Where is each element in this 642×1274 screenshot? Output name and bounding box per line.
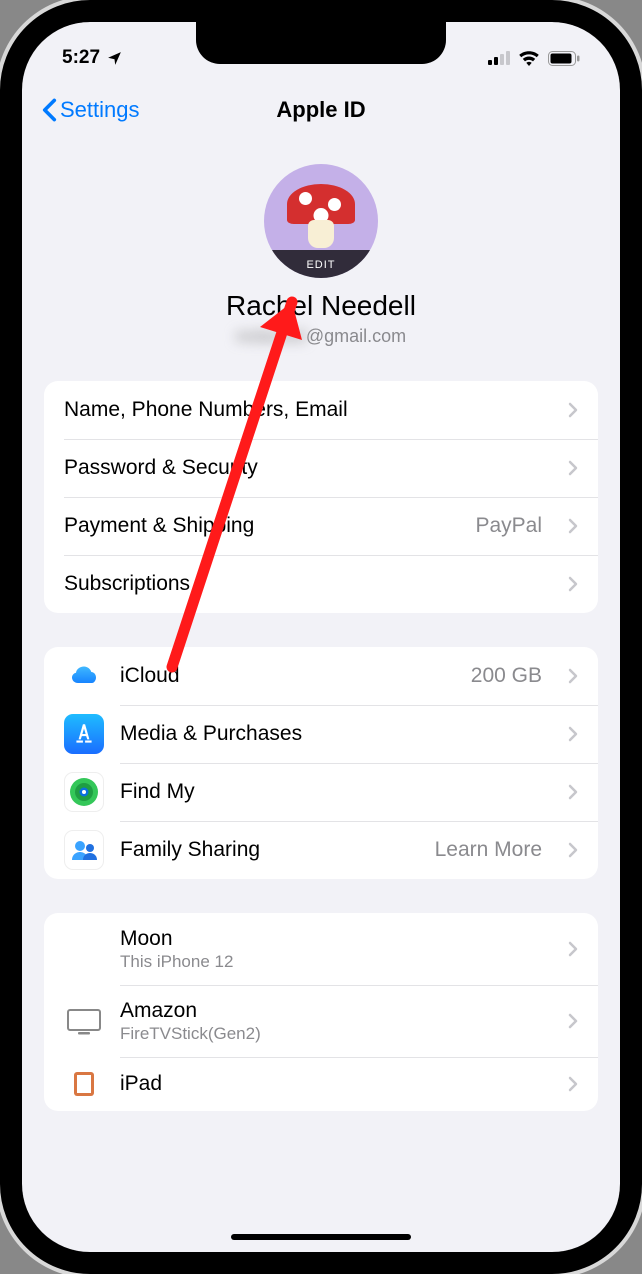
- chevron-right-icon: [568, 726, 578, 742]
- chevron-left-icon: [42, 98, 57, 122]
- section-devices: Moon This iPhone 12 Amazon FireTVStick(G…: [44, 913, 598, 1111]
- row-name-phone-email[interactable]: Name, Phone Numbers, Email: [44, 381, 598, 439]
- chevron-right-icon: [568, 402, 578, 418]
- row-detail: PayPal: [475, 514, 542, 538]
- family-icon: [64, 830, 104, 870]
- chevron-right-icon: [568, 941, 578, 957]
- row-label: Subscriptions: [64, 572, 542, 596]
- tv-icon: [64, 1001, 104, 1041]
- icloud-icon: [64, 656, 104, 696]
- section-account: Name, Phone Numbers, Email Password & Se…: [44, 381, 598, 613]
- profile-name: Rachel Needell: [226, 290, 416, 322]
- row-media-purchases[interactable]: Media & Purchases: [44, 705, 598, 763]
- device-name: iPad: [120, 1072, 542, 1096]
- findmy-icon: [64, 772, 104, 812]
- device-text: Moon This iPhone 12: [120, 927, 542, 972]
- device-row-ipad[interactable]: iPad: [44, 1057, 598, 1111]
- back-label: Settings: [60, 97, 140, 123]
- avatar[interactable]: EDIT: [264, 164, 378, 278]
- row-label: Password & Security: [64, 456, 542, 480]
- content-scroll[interactable]: EDIT Rachel Needell redacted @gmail.com …: [22, 140, 620, 1252]
- status-left: 5:27: [62, 47, 123, 69]
- device-row-amazon[interactable]: Amazon FireTVStick(Gen2): [44, 985, 598, 1057]
- wifi-icon: [518, 50, 540, 66]
- home-indicator[interactable]: [231, 1234, 411, 1240]
- ipad-icon: [64, 1064, 104, 1104]
- row-detail: Learn More: [435, 838, 542, 862]
- profile-header: EDIT Rachel Needell redacted @gmail.com: [22, 140, 620, 381]
- device-icon-placeholder: [64, 929, 104, 969]
- chevron-right-icon: [568, 1013, 578, 1029]
- status-right: [488, 50, 580, 66]
- row-label: Media & Purchases: [120, 722, 542, 746]
- profile-email-domain: @gmail.com: [306, 326, 406, 347]
- location-icon: [106, 50, 123, 67]
- status-time: 5:27: [62, 47, 100, 69]
- device-name: Moon: [120, 927, 542, 951]
- appstore-icon: [64, 714, 104, 754]
- chevron-right-icon: [568, 1076, 578, 1092]
- row-detail: 200 GB: [471, 664, 542, 688]
- device-text: iPad: [120, 1072, 542, 1096]
- row-icloud[interactable]: iCloud 200 GB: [44, 647, 598, 705]
- row-label: Payment & Shipping: [64, 514, 459, 538]
- phone-frame: 5:27 Set: [0, 0, 642, 1274]
- row-password-security[interactable]: Password & Security: [44, 439, 598, 497]
- chevron-right-icon: [568, 842, 578, 858]
- battery-icon: [548, 51, 580, 66]
- row-family-sharing[interactable]: Family Sharing Learn More: [44, 821, 598, 879]
- row-label: iCloud: [120, 664, 455, 688]
- row-subscriptions[interactable]: Subscriptions: [44, 555, 598, 613]
- device-name: Amazon: [120, 999, 542, 1023]
- device-sub: This iPhone 12: [120, 952, 542, 972]
- chevron-right-icon: [568, 518, 578, 534]
- row-find-my[interactable]: Find My: [44, 763, 598, 821]
- row-label: Family Sharing: [120, 838, 419, 862]
- device-text: Amazon FireTVStick(Gen2): [120, 999, 542, 1044]
- device-sub: FireTVStick(Gen2): [120, 1024, 542, 1044]
- chevron-right-icon: [568, 668, 578, 684]
- avatar-edit-label[interactable]: EDIT: [264, 250, 378, 278]
- row-label: Name, Phone Numbers, Email: [64, 398, 542, 422]
- nav-bar: Settings Apple ID: [22, 80, 620, 140]
- row-label: Find My: [120, 780, 542, 804]
- screen: 5:27 Set: [22, 22, 620, 1252]
- profile-email: redacted @gmail.com: [236, 326, 406, 347]
- device-row-moon[interactable]: Moon This iPhone 12: [44, 913, 598, 985]
- avatar-image: [287, 184, 355, 224]
- chevron-right-icon: [568, 576, 578, 592]
- back-button[interactable]: Settings: [42, 97, 140, 123]
- cellular-icon: [488, 51, 510, 65]
- chevron-right-icon: [568, 460, 578, 476]
- section-services: iCloud 200 GB Media & Purchases Find My: [44, 647, 598, 879]
- page-title: Apple ID: [276, 97, 365, 123]
- profile-email-hidden: redacted: [236, 326, 306, 347]
- notch: [196, 22, 446, 64]
- chevron-right-icon: [568, 784, 578, 800]
- row-payment-shipping[interactable]: Payment & Shipping PayPal: [44, 497, 598, 555]
